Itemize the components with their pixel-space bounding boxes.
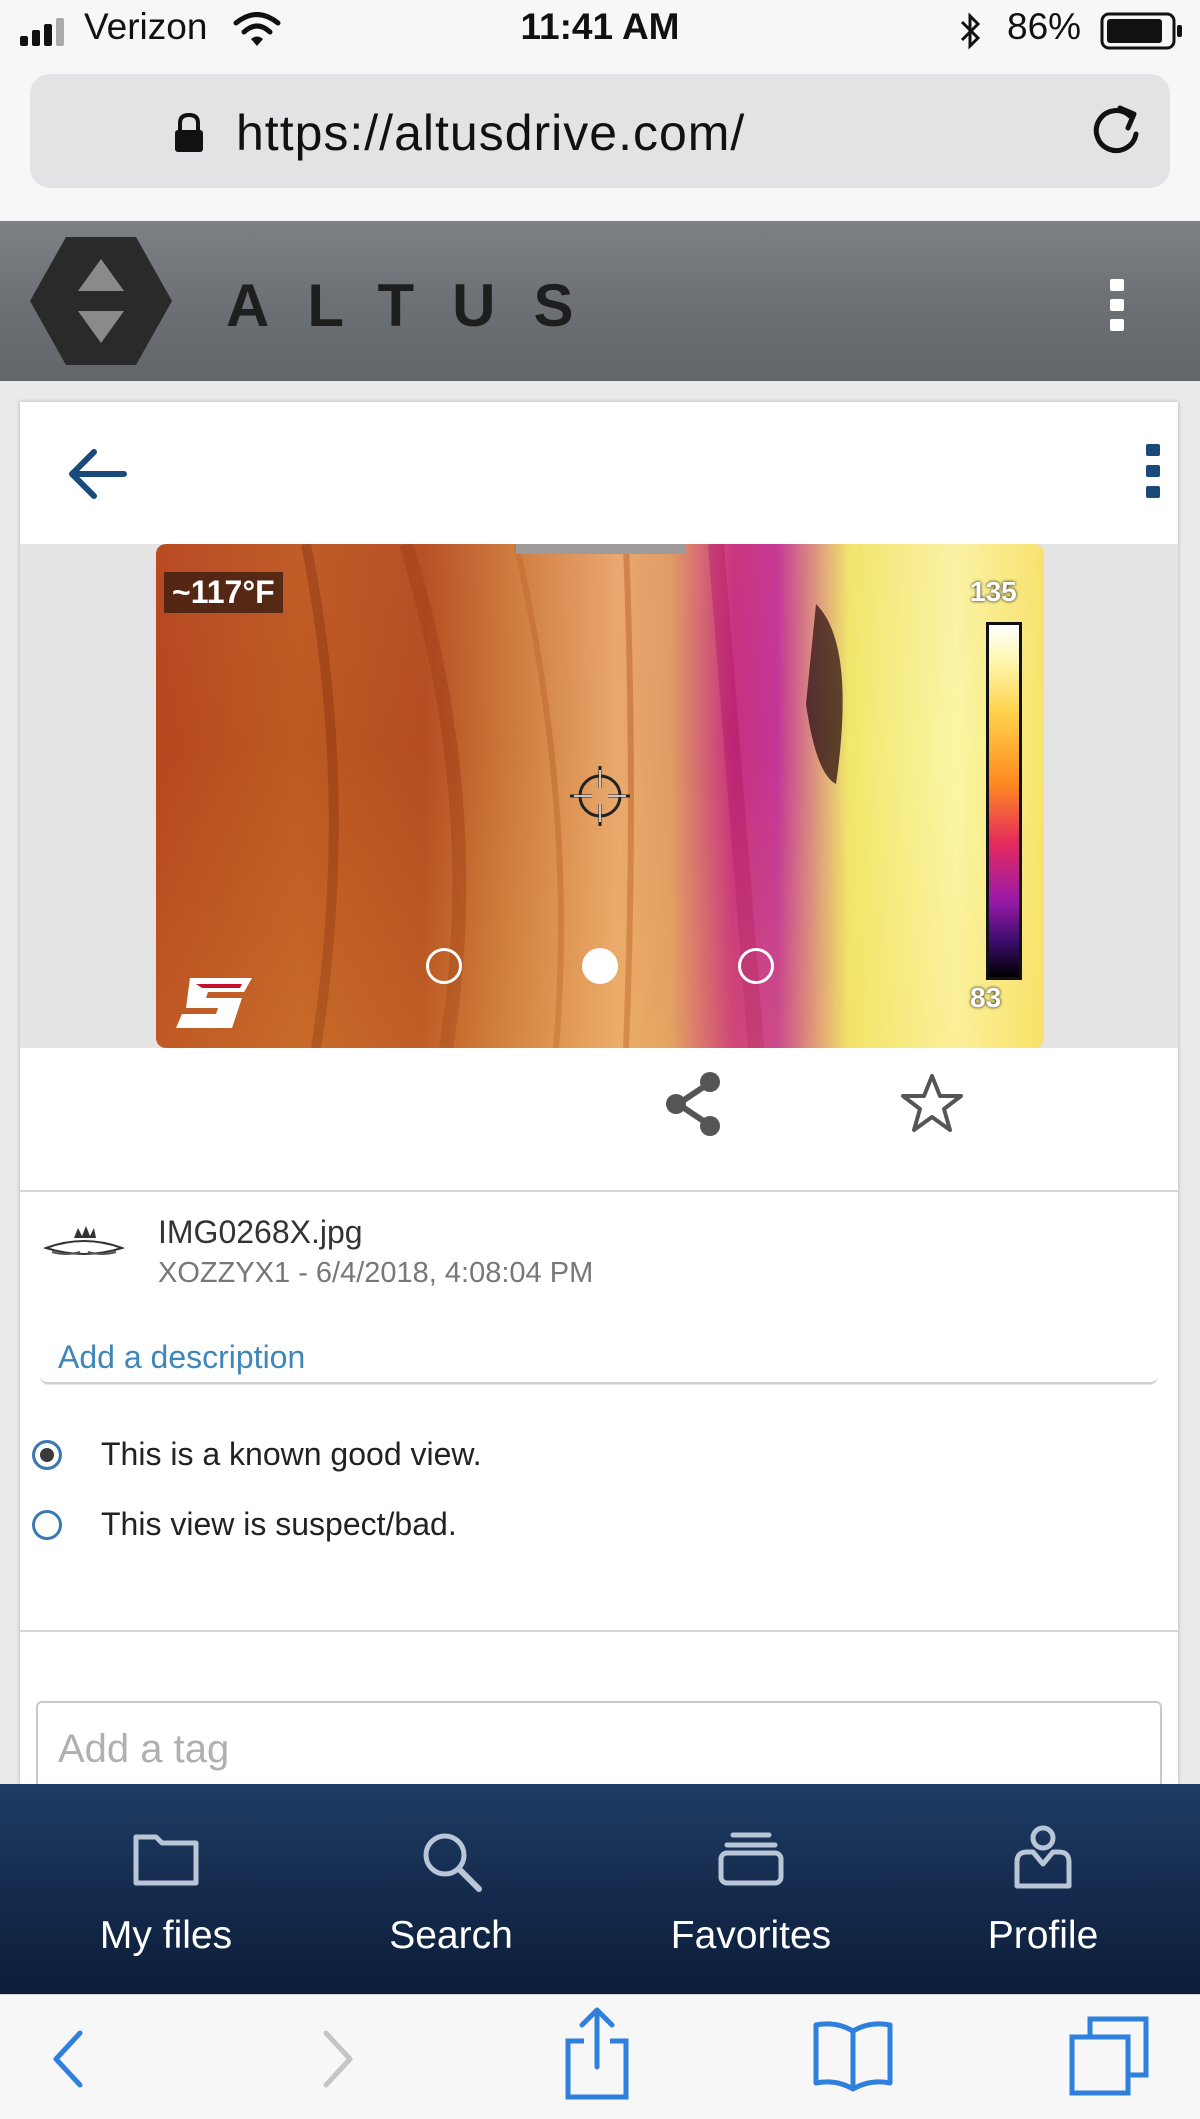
- thermal-image[interactable]: ~117°F 135 83: [156, 544, 1044, 1048]
- temperature-scale-bar: [986, 622, 1022, 980]
- share-sheet-icon[interactable]: [562, 2005, 632, 2101]
- stack-icon: [718, 1832, 784, 1886]
- nav-favorites-label: Favorites: [670, 1914, 832, 1957]
- carousel-dot-2[interactable]: [582, 948, 618, 984]
- profile-icon: [1014, 1825, 1072, 1889]
- lock-icon: [175, 112, 203, 152]
- suspect-bad-radio[interactable]: [32, 1510, 62, 1540]
- nav-my-files[interactable]: My files: [16, 1784, 316, 1994]
- bookmarks-icon[interactable]: [810, 2017, 896, 2093]
- brand-name: ALTUS: [226, 272, 612, 339]
- tabs-icon[interactable]: [1068, 2015, 1150, 2097]
- favorite-star-icon[interactable]: [900, 1072, 964, 1134]
- share-icon[interactable]: [658, 1068, 728, 1140]
- temperature-readout: ~117°F: [164, 572, 283, 613]
- search-icon: [423, 1833, 482, 1892]
- bluetooth-icon: [960, 12, 981, 50]
- file-name: IMG0268X.jpg: [158, 1214, 363, 1250]
- battery-icon: [1100, 12, 1182, 50]
- safari-toolbar: [0, 1994, 1200, 2119]
- browser-forward-icon[interactable]: [318, 2029, 358, 2089]
- address-bar[interactable]: https://altusdrive.com/: [30, 74, 1170, 188]
- app-header: ALTUS: [0, 221, 1200, 381]
- header-menu-icon[interactable]: [1110, 279, 1124, 331]
- description-input[interactable]: Add a description: [40, 1332, 1158, 1384]
- nav-search[interactable]: Search: [301, 1784, 601, 1994]
- scale-min-label: 83: [970, 982, 1002, 1013]
- status-bar: Verizon 11:41 AM 86%: [0, 0, 1200, 62]
- image-actions-bar: [20, 1048, 1178, 1192]
- carousel-dot-1[interactable]: [426, 948, 462, 984]
- scale-max-label: 135: [970, 576, 1017, 607]
- back-arrow-icon[interactable]: [66, 442, 130, 506]
- suspect-bad-label[interactable]: This view is suspect/bad.: [101, 1506, 457, 1543]
- battery-percent: 86%: [1007, 6, 1082, 47]
- nav-favorites[interactable]: Favorites: [601, 1784, 901, 1994]
- reload-icon[interactable]: [1088, 102, 1144, 158]
- card-menu-icon[interactable]: [1146, 444, 1160, 498]
- carousel-dot-3[interactable]: [738, 948, 774, 984]
- file-meta: XOZZYX1 - 6/4/2018, 4:08:04 PM: [158, 1257, 594, 1289]
- known-good-radio[interactable]: [32, 1440, 62, 1470]
- browser-back-icon[interactable]: [48, 2029, 88, 2089]
- nav-search-label: Search: [389, 1914, 513, 1957]
- altus-logo-icon: [30, 237, 172, 365]
- file-detail-card: ~117°F 135 83 IMG0268X.jpg XOZZYX1 - 6/4…: [20, 402, 1178, 1784]
- tag-input[interactable]: Add a tag: [36, 1701, 1162, 1784]
- browser-address-area: https://altusdrive.com/: [0, 62, 1200, 221]
- nav-my-files-label: My files: [99, 1914, 233, 1957]
- url-text: https://altusdrive.com/: [236, 105, 746, 161]
- section-divider: [20, 1630, 1178, 1632]
- nav-profile[interactable]: Profile: [893, 1784, 1193, 1994]
- folder-icon: [133, 1834, 199, 1886]
- crosshair-icon: [570, 766, 630, 826]
- bottom-nav: My files Search Favorites Profile: [0, 1784, 1200, 1994]
- nav-profile-label: Profile: [987, 1914, 1099, 1957]
- known-good-label[interactable]: This is a known good view.: [101, 1436, 482, 1473]
- uploader-avatar: [36, 1214, 132, 1280]
- snap-on-logo-icon: [176, 978, 252, 1028]
